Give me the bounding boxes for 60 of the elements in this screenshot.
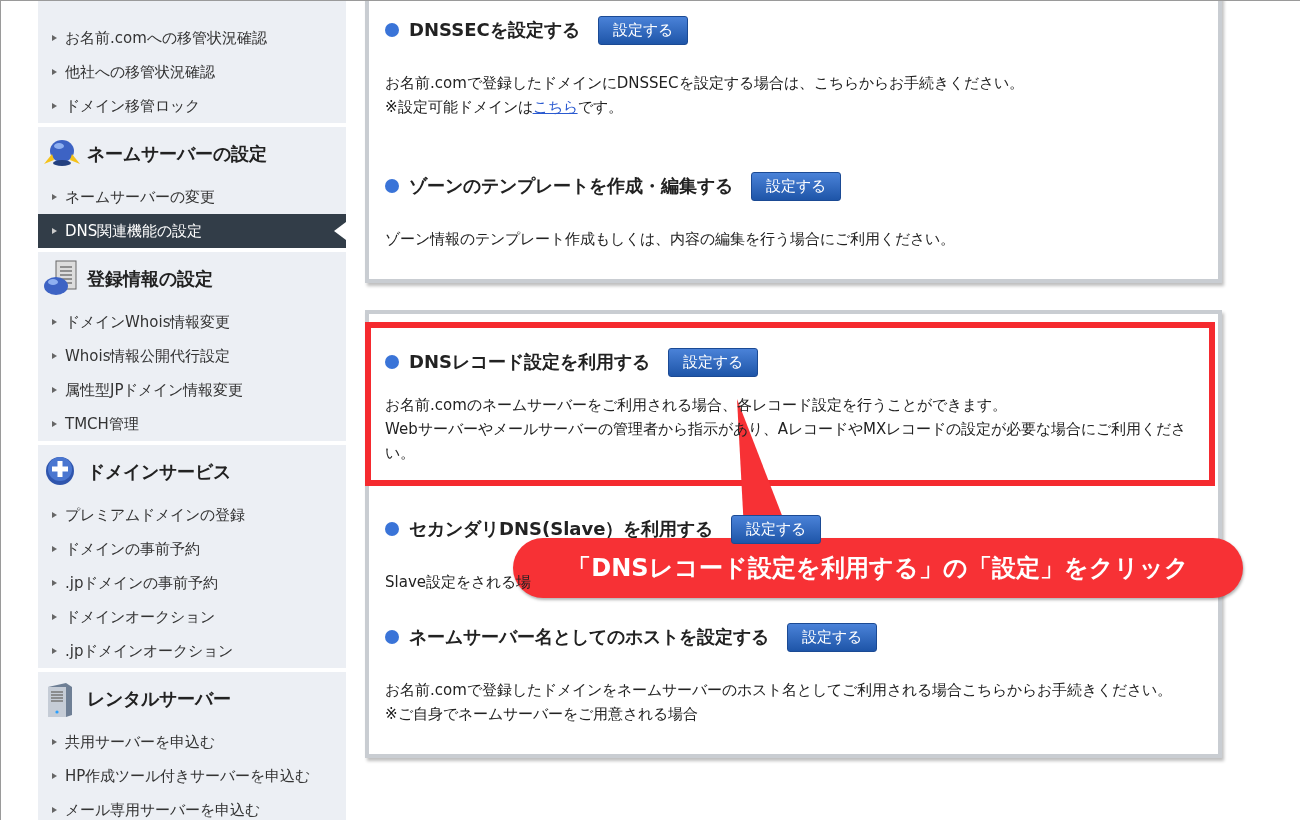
settings-button[interactable]: 設定する [751, 171, 841, 201]
bullet-icon [52, 353, 57, 359]
description-text: ゾーン情報のテンプレート作成もしくは、内容の編集を行う場合にご利用ください。 [385, 229, 955, 250]
sidebar-item[interactable]: プレミアムドメインの登録 [38, 498, 346, 532]
link[interactable]: こちら [532, 98, 578, 116]
sidebar-item[interactable]: 共用サーバーを申込む [38, 725, 346, 759]
sidebar-item[interactable]: 属性型JPドメイン情報変更 [38, 373, 346, 407]
bullet-icon [52, 773, 57, 779]
section-heading: ネームサーバーの設定 [87, 141, 267, 166]
section-title: ネームサーバー名としてのホストを設定する [409, 625, 769, 649]
sidebar-item[interactable]: Whois情報公開代行設定 [38, 339, 346, 373]
settings-button[interactable]: 設定する [597, 15, 688, 45]
bullet-icon [385, 355, 399, 369]
sidebar-item[interactable]: お名前.comへの移管状況確認 [38, 21, 346, 55]
sidebar-item[interactable]: メール専用サーバーを申込む [38, 793, 346, 820]
sidebar-item[interactable]: ドメイン移管ロック [38, 89, 346, 123]
bullet-icon [52, 614, 57, 620]
bullet-icon [52, 421, 57, 427]
description-text: お名前.comで登録したドメインをネームサーバーのホスト名としてご利用される場合こちらからお手続きください。 [385, 680, 1172, 701]
section-title: セカンダリDNS(Slave）を利用する [409, 517, 714, 541]
bullet-icon [52, 807, 57, 813]
bullet-icon [385, 630, 399, 644]
sidebar-item[interactable]: .jpドメインの事前予約 [38, 566, 346, 600]
sidebar-item[interactable]: ドメインの事前予約 [38, 532, 346, 566]
sidebar-item[interactable]: TMCH管理 [38, 407, 346, 441]
sidebar-item[interactable]: ネームサーバーの変更 [38, 180, 346, 214]
bullet-icon [385, 23, 399, 37]
section-title: DNSSECを設定する [409, 18, 580, 42]
sidebar-item[interactable]: .jpドメインオークション [38, 634, 346, 668]
bullet-icon [52, 739, 57, 745]
settings-button[interactable]: 設定する [668, 347, 758, 377]
description-text: ※ご自身でネームサーバーをご用意される場合 [385, 704, 698, 725]
section-title: ゾーンのテンプレートを作成・編集する [409, 174, 733, 198]
sidebar-item[interactable]: HP作成ツール付きサーバーを申込む [38, 759, 346, 793]
description-text: お名前.comで登録したドメインにDNSSECを設定する場合は、こちらからお手続きください。 [385, 73, 1024, 94]
sidebar-item[interactable]: ドメインオークション [38, 600, 346, 634]
section-heading: レンタルサーバー [87, 686, 231, 711]
bullet-icon [52, 228, 57, 234]
bullet-icon [52, 103, 57, 109]
section-title: DNSレコード設定を利用する [409, 350, 650, 374]
bullet-icon [52, 194, 57, 200]
bullet-icon [52, 648, 57, 654]
sidebar-item[interactable]: DNS関連機能の設定 [38, 214, 346, 248]
sidebar-item[interactable]: 他社への移管状況確認 [38, 55, 346, 89]
bullet-icon [52, 546, 57, 552]
description-text: ※設定可能ドメインはこちらです。 [385, 97, 623, 118]
settings-button[interactable]: 設定する [731, 514, 822, 544]
bullet-icon [52, 387, 57, 393]
bullet-icon [52, 512, 57, 518]
bullet-icon [52, 35, 57, 41]
settings-button[interactable]: 設定する [787, 622, 877, 652]
bullet-icon [385, 179, 399, 193]
description-text: Slave設定をされる場 [385, 572, 531, 593]
bullet-icon [52, 69, 57, 75]
bullet-icon [385, 522, 399, 536]
section-heading: 登録情報の設定 [87, 266, 213, 291]
sidebar-item[interactable]: ドメインWhois情報変更 [38, 305, 346, 339]
bullet-icon [52, 580, 57, 586]
bullet-icon [52, 319, 57, 325]
section-heading: ドメインサービス [87, 459, 231, 484]
